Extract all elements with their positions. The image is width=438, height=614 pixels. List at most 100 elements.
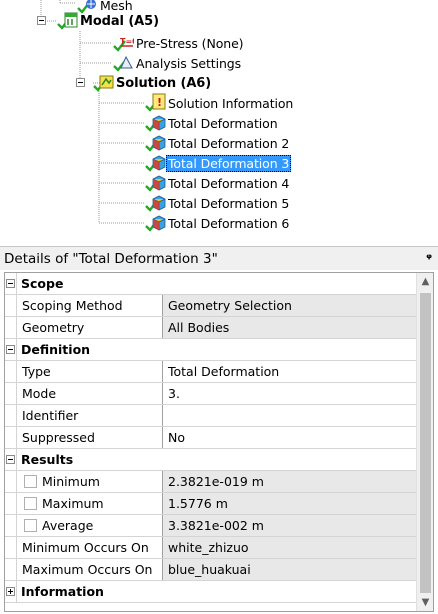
property-value: white_zhizuo (168, 540, 249, 555)
property-name: Information (21, 584, 104, 599)
tree-item-label: Total Deformation 2 (168, 135, 290, 151)
svg-text:T=0: T=0 (120, 37, 134, 46)
property-name: Maximum Occurs On (22, 562, 153, 577)
tree-item-label: Solution (A6) (116, 75, 212, 91)
tree-item-label: Analysis Settings (136, 55, 242, 71)
details-property-row[interactable]: Maximum 1.5776 m (5, 493, 417, 515)
details-group-row[interactable]: Information (5, 581, 417, 603)
tree-item-td1[interactable]: Total Deformation (144, 113, 280, 133)
row-gutter (5, 295, 17, 316)
scroll-thumb[interactable] (420, 293, 431, 593)
expand-group-icon[interactable] (6, 587, 15, 596)
scroll-down-icon[interactable]: ▼ (417, 594, 433, 611)
parameter-checkbox[interactable] (24, 497, 37, 510)
prestress-icon: T=0 (112, 33, 138, 53)
property-name-cell: Average (17, 515, 163, 536)
scroll-up-icon[interactable]: ▲ (417, 273, 433, 290)
property-value-cell[interactable]: 2.3821e-019 m (163, 471, 417, 492)
pin-icon[interactable]: ᵠ (426, 251, 432, 265)
property-name-cell: Suppressed (17, 427, 163, 448)
details-property-row[interactable]: Identifier (5, 405, 417, 427)
details-property-row[interactable]: Mode 3. (5, 383, 417, 405)
tree-item-label: Total Deformation 5 (168, 195, 290, 211)
collapse-solution-icon[interactable] (76, 78, 85, 87)
parameter-checkbox[interactable] (24, 519, 37, 532)
property-value-cell[interactable]: 3. (163, 383, 417, 404)
total-deformation-icon (144, 173, 166, 193)
property-name-cell: Identifier (17, 405, 163, 426)
property-name: Definition (21, 342, 91, 357)
details-property-row[interactable]: Geometry All Bodies (5, 317, 417, 339)
property-value-cell[interactable]: No (163, 427, 417, 448)
tree-item-label: Pre-Stress (None) (136, 35, 244, 51)
details-property-row[interactable]: Scoping Method Geometry Selection (5, 295, 417, 317)
property-value: All Bodies (168, 320, 230, 335)
property-value-cell[interactable]: Total Deformation (163, 361, 417, 382)
property-value-cell[interactable]: blue_huakuai (163, 559, 417, 580)
property-name-cell: Maximum (17, 493, 163, 514)
details-group-row[interactable]: Scope (5, 273, 417, 295)
row-gutter (5, 427, 17, 448)
total-deformation-icon (144, 133, 166, 153)
property-name: Scope (21, 276, 64, 291)
row-gutter (5, 449, 17, 470)
property-value-cell[interactable]: Geometry Selection (163, 295, 417, 316)
details-property-row[interactable]: Maximum Occurs On blue_huakuai (5, 559, 417, 581)
tree-item-td3[interactable]: Total Deformation 3 (144, 153, 292, 173)
property-value-cell[interactable]: 1.5776 m (163, 493, 417, 514)
row-gutter (5, 339, 17, 360)
solution-information-icon: ! (144, 93, 166, 113)
total-deformation-icon (144, 113, 166, 133)
property-name-cell: Type (17, 361, 163, 382)
tree-item-prestress[interactable]: T=0Pre-Stress (None) (112, 33, 245, 53)
property-name: Geometry (22, 320, 85, 335)
tree-item-solution[interactable]: Solution (A6) (92, 73, 213, 93)
tree-item-td5[interactable]: Total Deformation 5 (144, 193, 291, 213)
property-name: Identifier (22, 408, 79, 423)
collapse-group-icon[interactable] (6, 279, 15, 288)
tree-item-td6[interactable]: Total Deformation 6 (144, 213, 291, 233)
property-value: Geometry Selection (168, 298, 292, 313)
row-gutter (5, 273, 17, 294)
details-property-row[interactable]: Type Total Deformation (5, 361, 417, 383)
row-gutter (5, 383, 17, 404)
details-title: Details of "Total Deformation 3" (4, 250, 218, 267)
property-value-cell[interactable] (163, 405, 417, 426)
vertical-scrollbar[interactable]: ▲ ▼ (416, 273, 433, 611)
tree-item-label: Modal (A5) (80, 13, 159, 29)
details-property-row[interactable]: Average 3.3821e-002 m (5, 515, 417, 537)
tree-item-label: Total Deformation 6 (168, 215, 290, 231)
row-gutter (5, 361, 17, 382)
details-property-row[interactable]: Minimum 2.3821e-019 m (5, 471, 417, 493)
row-gutter (5, 493, 17, 514)
tree-item-td4[interactable]: Total Deformation 4 (144, 173, 291, 193)
row-gutter (5, 559, 17, 580)
details-property-row[interactable]: Suppressed No (5, 427, 417, 449)
property-name-cell: Information (17, 581, 417, 602)
property-name: Suppressed (22, 430, 95, 445)
property-name: Type (22, 364, 51, 379)
collapse-group-icon[interactable] (6, 345, 15, 354)
parameter-checkbox[interactable] (24, 475, 37, 488)
row-gutter (5, 537, 17, 558)
property-name: Scoping Method (22, 298, 123, 313)
property-value-cell[interactable]: white_zhizuo (163, 537, 417, 558)
tree-item-td2[interactable]: Total Deformation 2 (144, 133, 291, 153)
details-group-row[interactable]: Definition (5, 339, 417, 361)
property-value-cell[interactable]: 3.3821e-002 m (163, 515, 417, 536)
property-name: Average (42, 518, 94, 533)
property-value: No (168, 430, 185, 445)
tree-item-analysis-settings[interactable]: Analysis Settings (112, 53, 243, 73)
tree-item-modal[interactable]: Modal (A5) (56, 11, 161, 31)
tree-item-label: Total Deformation (168, 115, 278, 131)
property-value-cell[interactable]: All Bodies (163, 317, 417, 338)
collapse-modal-icon[interactable] (37, 16, 46, 25)
details-property-row[interactable]: Minimum Occurs On white_zhizuo (5, 537, 417, 559)
details-group-row[interactable]: Results (5, 449, 417, 471)
tree-item-solution-info[interactable]: ! Solution Information (144, 93, 295, 113)
collapse-group-icon[interactable] (6, 455, 15, 464)
details-grid: Scope Scoping Method Geometry Selection Geo… (4, 272, 434, 612)
property-name-cell: Scoping Method (17, 295, 163, 316)
property-name: Maximum (42, 496, 104, 511)
row-gutter (5, 581, 17, 602)
